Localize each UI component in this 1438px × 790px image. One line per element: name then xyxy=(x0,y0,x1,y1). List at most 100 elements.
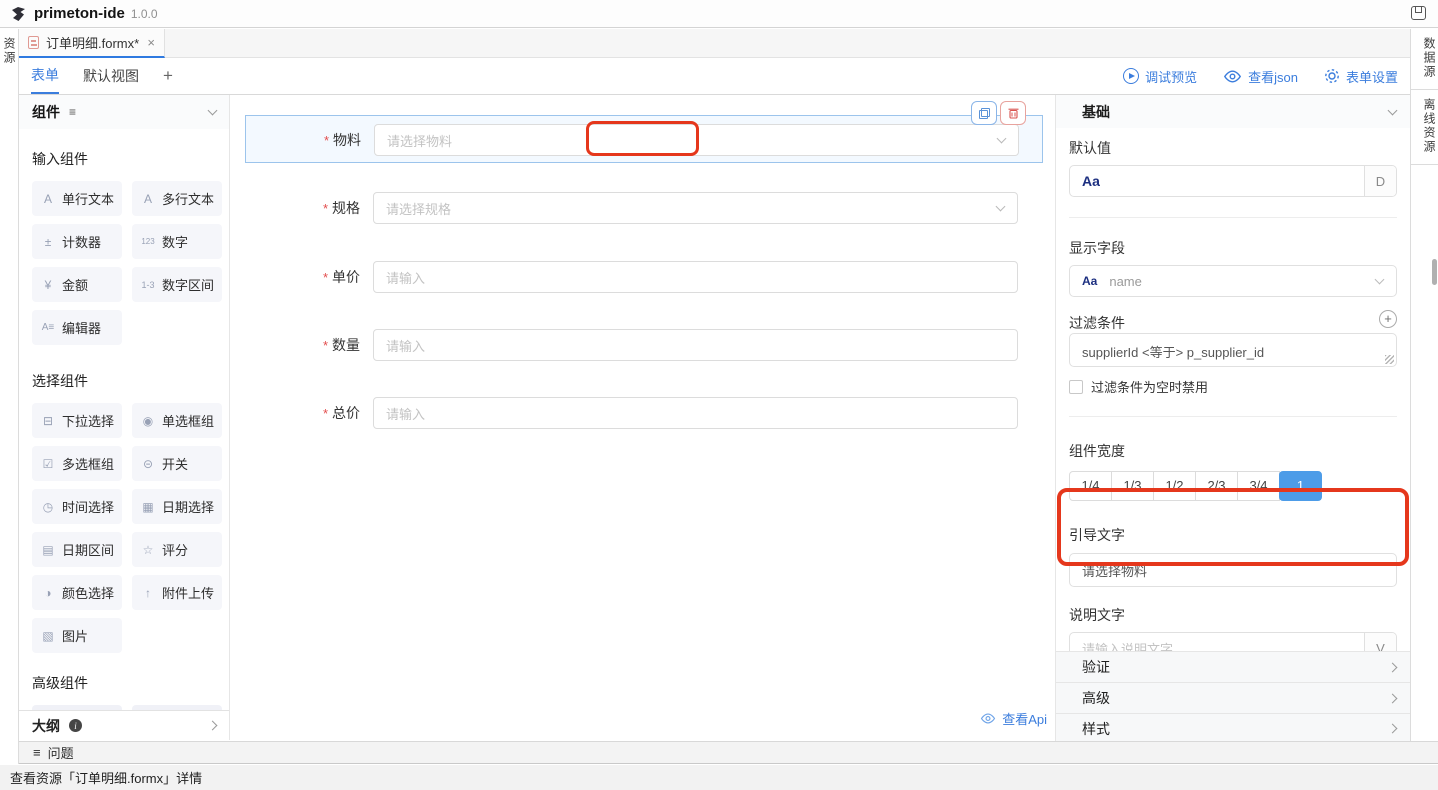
save-layout-icon[interactable] xyxy=(1411,6,1426,20)
field-row-material[interactable]: *物料 请选择物料 xyxy=(245,115,1043,163)
outline-expand-icon[interactable] xyxy=(208,721,218,731)
right-rail: 数据源 离线资源 xyxy=(1410,29,1438,741)
palette-item-upload[interactable]: ↑附件上传 xyxy=(132,575,222,610)
item-label: 单选框组 xyxy=(162,411,214,430)
item-label: 图片 xyxy=(62,626,88,645)
field-label: *单价 xyxy=(245,253,360,301)
datasource-rail-tab[interactable]: 数据源 xyxy=(1411,37,1438,79)
collapse-icon[interactable] xyxy=(1388,105,1398,115)
palette-item-number[interactable]: 123数字 xyxy=(132,224,222,259)
palette-item-dropdown[interactable]: ⊟下拉选择 xyxy=(32,403,122,438)
palette-item-counter[interactable]: ±计数器 xyxy=(32,224,122,259)
field-row-total-price[interactable]: *总价 请输入 xyxy=(245,389,1043,437)
palette-item-radio-group[interactable]: ◉单选框组 xyxy=(132,403,222,438)
palette-item-editor[interactable]: A≡ 编辑器 xyxy=(32,310,122,345)
chevron-right-icon xyxy=(1388,662,1398,672)
filter-expression-textarea[interactable]: supplierId <等于> p_supplier_id xyxy=(1069,333,1397,367)
guide-text-value: 请选择物料 xyxy=(1070,561,1396,580)
material-select[interactable]: 请选择物料 xyxy=(374,124,1019,156)
single-text-icon: A xyxy=(39,192,57,206)
display-field-select[interactable]: Aa name xyxy=(1069,265,1397,297)
width-option-full[interactable]: 1 xyxy=(1279,471,1322,501)
status-text: 查看资源「订单明细.formx」详情 xyxy=(10,768,202,787)
checkbox[interactable] xyxy=(1069,380,1083,394)
form-settings-button[interactable]: 表单设置 xyxy=(1324,67,1398,86)
field-row-quantity[interactable]: *数量 请输入 xyxy=(245,321,1043,369)
upload-icon: ↑ xyxy=(139,586,157,600)
width-option-1-4[interactable]: 1/4 xyxy=(1069,471,1112,501)
palette-item-image[interactable]: ▧图片 xyxy=(32,618,122,653)
palette-item-amount[interactable]: ¥金额 xyxy=(32,267,122,302)
time-picker-icon: ◷ xyxy=(39,500,57,514)
required-asterisk: * xyxy=(324,133,329,148)
palette-item-multi-text[interactable]: A多行文本 xyxy=(132,181,222,216)
debug-preview-button[interactable]: 调试预览 xyxy=(1123,67,1197,86)
item-label: 颜色选择 xyxy=(62,583,114,602)
field-row-spec[interactable]: *规格 请选择规格 xyxy=(245,184,1043,232)
palette-item-date-picker[interactable]: ▦日期选择 xyxy=(132,489,222,524)
section-title-advanced-components: 高级组件 xyxy=(32,673,216,693)
star-icon: ☆ xyxy=(139,543,157,557)
view-json-label: 查看json xyxy=(1248,67,1298,86)
view-json-button[interactable]: 查看json xyxy=(1223,67,1298,86)
window-scrollbar-thumb[interactable] xyxy=(1432,259,1437,285)
play-icon xyxy=(1123,68,1139,84)
width-option-1-3[interactable]: 1/3 xyxy=(1111,471,1154,501)
palette-item-color-picker[interactable]: ◑颜色选择 xyxy=(32,575,122,610)
palette-item-time-picker[interactable]: ◷时间选择 xyxy=(32,489,122,524)
accordion-validation[interactable]: 验证 xyxy=(1056,651,1410,682)
select-placeholder: 请选择物料 xyxy=(387,131,452,150)
palette-item-single-text[interactable]: A单行文本 xyxy=(32,181,122,216)
tab-order-detail-formx[interactable]: 订单明细.formx* × xyxy=(19,29,165,58)
view-api-link[interactable]: 查看Api xyxy=(980,709,1047,728)
item-label: 编辑器 xyxy=(62,318,101,337)
input-placeholder: 请输入 xyxy=(386,268,425,287)
field-label: *数量 xyxy=(245,321,360,369)
palette-header[interactable]: 组件 ≡ xyxy=(19,95,229,129)
total-price-input[interactable]: 请输入 xyxy=(373,397,1018,429)
tab-form[interactable]: 表单 xyxy=(31,58,59,94)
width-option-1-2[interactable]: 1/2 xyxy=(1153,471,1196,501)
item-label: 多行文本 xyxy=(162,189,214,208)
add-filter-button[interactable]: + xyxy=(1379,310,1397,328)
left-rail: 资源 xyxy=(0,29,19,764)
unit-price-input[interactable]: 请输入 xyxy=(373,261,1018,293)
copy-component-button[interactable] xyxy=(971,101,997,125)
width-option-3-4[interactable]: 3/4 xyxy=(1237,471,1280,501)
resources-rail-tab[interactable]: 资源 xyxy=(0,37,18,65)
item-label: 下拉选择 xyxy=(62,411,114,430)
palette-item-date-range[interactable]: ▤日期区间 xyxy=(32,532,122,567)
title-bar: primeton-ide 1.0.0 xyxy=(0,0,1438,28)
field-row-unit-price[interactable]: *单价 请输入 xyxy=(245,253,1043,301)
divider xyxy=(1069,416,1397,417)
palette-item-switch[interactable]: ⊝开关 xyxy=(132,446,222,481)
palette-menu-icon[interactable]: ≡ xyxy=(69,105,76,119)
accordion-label: 样式 xyxy=(1082,719,1110,739)
app-logo-icon xyxy=(10,6,27,22)
editor-icon: A≡ xyxy=(39,322,57,333)
default-value-input[interactable]: Aa D xyxy=(1069,165,1397,197)
offline-resources-rail-tab[interactable]: 离线资源 xyxy=(1411,98,1438,154)
default-value-mode-button[interactable]: D xyxy=(1364,166,1396,196)
filter-empty-disable-option[interactable]: 过滤条件为空时禁用 xyxy=(1069,377,1397,396)
palette-collapse-icon[interactable] xyxy=(208,106,218,116)
accordion-advanced[interactable]: 高级 xyxy=(1056,682,1410,713)
spec-select[interactable]: 请选择规格 xyxy=(373,192,1018,224)
quantity-input[interactable]: 请输入 xyxy=(373,329,1018,361)
resize-grip[interactable] xyxy=(1385,355,1394,364)
palette-item-rating[interactable]: ☆评分 xyxy=(132,532,222,567)
problems-bar[interactable]: ≡ 问题 xyxy=(19,741,1438,764)
status-bar: 查看资源「订单明细.formx」详情 xyxy=(0,765,1438,790)
width-option-2-3[interactable]: 2/3 xyxy=(1195,471,1238,501)
accordion-style[interactable]: 样式 xyxy=(1056,713,1410,741)
basic-section-header[interactable]: 基础 xyxy=(1056,95,1410,128)
outline-bar[interactable]: 大纲 i xyxy=(19,710,229,740)
add-view-button[interactable]: + xyxy=(163,58,173,94)
tab-close-icon[interactable]: × xyxy=(147,35,155,50)
palette-item-number-range[interactable]: 1-3数字区间 xyxy=(132,267,222,302)
palette-item-checkbox-group[interactable]: ☑多选框组 xyxy=(32,446,122,481)
guide-text-input[interactable]: 请选择物料 xyxy=(1069,553,1397,587)
delete-component-button[interactable] xyxy=(1000,101,1026,125)
form-canvas: *物料 请选择物料 *规格 请选择规格 *单价 请输入 *数量 请输入 xyxy=(230,95,1055,740)
tab-default-view[interactable]: 默认视图 xyxy=(83,58,139,94)
